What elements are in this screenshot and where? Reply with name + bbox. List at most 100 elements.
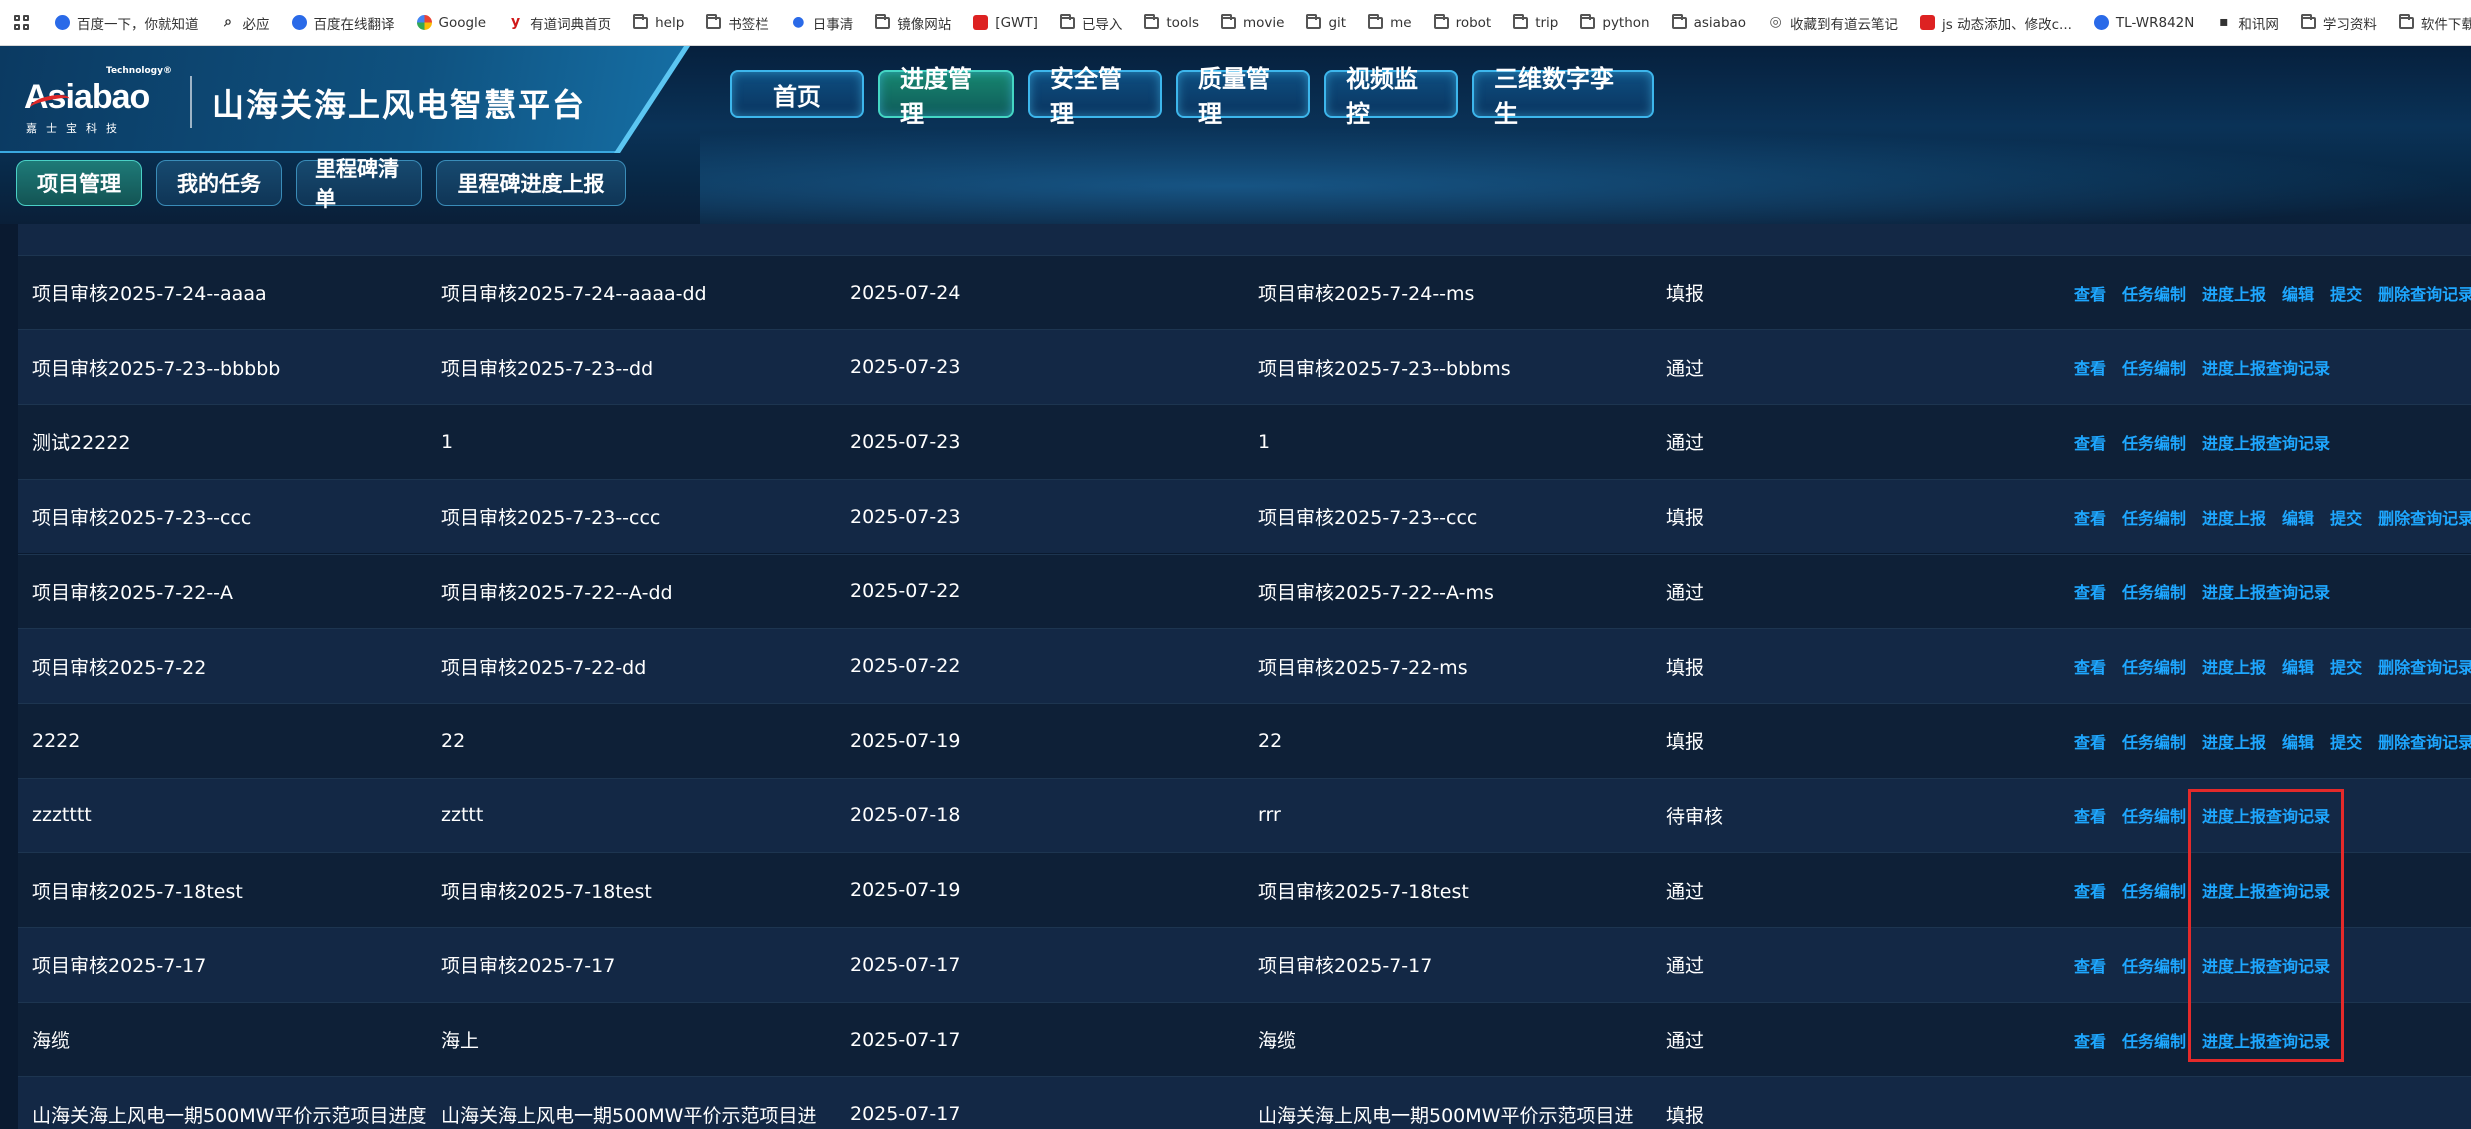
query-log-link[interactable]: 查询记录 (2410, 729, 2471, 753)
task-edit-link[interactable]: 任务编制 (2122, 729, 2186, 753)
bookmark-item[interactable]: python (1580, 13, 1650, 31)
bookmark-label: [GWT] (995, 14, 1038, 31)
task-edit-link[interactable]: 任务编制 (2122, 355, 2186, 379)
edit-link[interactable]: 编辑 (2282, 654, 2314, 678)
bookmark-item[interactable]: robot (1433, 13, 1491, 31)
query-log-link[interactable]: 查询记录 (2410, 281, 2471, 305)
view-link[interactable]: 查看 (2074, 953, 2106, 977)
bookmark-item[interactable]: 百度一下，你就知道 (55, 13, 199, 33)
view-link[interactable]: 查看 (2074, 729, 2106, 753)
bookmark-label: 软件下载 (2420, 16, 2471, 33)
apps-grid-icon[interactable] (14, 14, 29, 31)
view-link[interactable]: 查看 (2074, 654, 2106, 678)
task-edit-link[interactable]: 任务编制 (2122, 579, 2186, 603)
delete-link[interactable]: 删除 (2378, 281, 2410, 305)
bookmark-item[interactable]: 已导入 (1059, 13, 1122, 33)
delete-link[interactable]: 删除 (2378, 505, 2410, 529)
tab-milestone-list[interactable]: 里程碑清单 (296, 157, 422, 211)
bookmark-item[interactable]: 镜像网站 (875, 13, 951, 33)
bookmark-label: movie (1243, 14, 1285, 31)
bookmark-item[interactable]: git (1306, 13, 1346, 31)
task-edit-link[interactable]: 任务编制 (2122, 1028, 2186, 1052)
query-log-link[interactable]: 查询记录 (2266, 355, 2330, 379)
task-edit-link[interactable]: 任务编制 (2122, 654, 2186, 678)
view-link[interactable]: 查看 (2074, 430, 2106, 454)
bookmark-item[interactable]: asiabao (1671, 13, 1746, 31)
bookmark-item[interactable]: 软件下载 (2398, 13, 2471, 33)
progress-report-link[interactable]: 进度上报 (2202, 579, 2266, 603)
view-link[interactable]: 查看 (2074, 1028, 2106, 1052)
bookmark-label: python (1602, 14, 1650, 31)
submit-link[interactable]: 提交 (2330, 281, 2362, 305)
main-nav-quality[interactable]: 质量管理 (1176, 65, 1310, 128)
bookmark-item[interactable]: y 有道词典首页 (508, 13, 611, 33)
task-edit-link[interactable]: 任务编制 (2122, 505, 2186, 529)
query-log-link[interactable]: 查询记录 (2266, 430, 2330, 454)
view-link[interactable]: 查看 (2074, 281, 2106, 305)
bookmark-item[interactable]: tools (1144, 13, 1199, 31)
folder-icon (1144, 13, 1160, 29)
task-edit-link[interactable]: 任务编制 (2122, 878, 2186, 902)
query-log-link[interactable]: 查询记录 (2266, 579, 2330, 603)
router-icon (2093, 15, 2109, 30)
folder-icon (1306, 13, 1322, 29)
progress-report-link[interactable]: 进度上报 (2202, 729, 2266, 753)
bookmark-item[interactable]: ● 日事清 (791, 13, 853, 33)
main-nav-video[interactable]: 视频监控 (1324, 65, 1458, 128)
edit-link[interactable]: 编辑 (2282, 281, 2314, 305)
bookmark-item[interactable]: [GWT] (973, 15, 1038, 31)
bookmark-item[interactable]: 书签栏 (706, 13, 769, 33)
edit-link[interactable]: 编辑 (2282, 505, 2314, 529)
tab-my-tasks[interactable]: 我的任务 (156, 160, 282, 206)
delete-link[interactable]: 删除 (2378, 729, 2410, 753)
project-code-cell: 海上 (441, 1030, 480, 1053)
delete-link[interactable]: 删除 (2378, 654, 2410, 678)
submit-link[interactable]: 提交 (2330, 654, 2362, 678)
bookmark-item[interactable]: ◎ 收藏到有道云笔记 (1768, 13, 1898, 33)
submit-link[interactable]: 提交 (2330, 729, 2362, 753)
query-log-link[interactable]: 查询记录 (2410, 654, 2471, 678)
row-actions: 查看 任务编制 进度上报 编辑 提交 删除 查询记录 (2074, 704, 2471, 778)
bookmark-item[interactable]: movie (1221, 13, 1285, 31)
progress-report-link[interactable]: 进度上报 (2202, 505, 2266, 529)
main-nav-digital-twin[interactable]: 三维数字孪生 (1472, 65, 1654, 128)
bookmark-item[interactable]: Google (416, 14, 487, 31)
query-log-link[interactable]: 查询记录 (2410, 505, 2471, 529)
tab-project-management[interactable]: 项目管理 (16, 160, 142, 206)
progress-report-link[interactable]: 进度上报 (2202, 281, 2266, 305)
submit-link[interactable]: 提交 (2330, 505, 2362, 529)
bookmark-item[interactable]: js 动态添加、修改c... (1920, 13, 2072, 33)
edit-link[interactable]: 编辑 (2282, 729, 2314, 753)
view-link[interactable]: 查看 (2074, 355, 2106, 379)
view-link[interactable]: 查看 (2074, 579, 2106, 603)
logo-sub: 嘉士宝科技 (26, 122, 126, 135)
bookmark-item[interactable]: 百度在线翻译 (291, 13, 395, 33)
date-cell: 2025-07-19 (850, 729, 961, 752)
main-nav-home[interactable]: 首页 (730, 70, 864, 118)
bookmark-item[interactable]: trip (1513, 13, 1558, 31)
bookmark-label: Google (438, 14, 487, 31)
milestone-cell: 海缆 (1258, 1030, 1297, 1053)
task-edit-link[interactable]: 任务编制 (2122, 803, 2186, 827)
date-cell: 2025-07-22 (850, 580, 961, 603)
tab-milestone-progress-report[interactable]: 里程碑进度上报 (436, 160, 626, 206)
task-edit-link[interactable]: 任务编制 (2122, 430, 2186, 454)
bookmark-item[interactable]: ⌕ 必应 (221, 13, 269, 33)
bookmark-item[interactable]: help (633, 13, 684, 31)
bookmark-item[interactable]: 学习资料 (2300, 13, 2377, 33)
progress-report-link[interactable]: 进度上报 (2202, 355, 2266, 379)
bookmark-item[interactable]: me (1368, 13, 1412, 31)
view-link[interactable]: 查看 (2074, 878, 2106, 902)
bookmark-item[interactable]: TL-WR842N (2093, 15, 2194, 31)
progress-report-link[interactable]: 进度上报 (2202, 654, 2266, 678)
main-nav-progress[interactable]: 进度管理 (878, 65, 1014, 128)
main-nav-safety[interactable]: 安全管理 (1028, 65, 1162, 128)
bookmark-item[interactable]: ▪ 和讯网 (2216, 13, 2279, 33)
view-link[interactable]: 查看 (2074, 803, 2106, 827)
platform-title: 山海关海上风电智慧平台 (212, 86, 587, 124)
progress-report-link[interactable]: 进度上报 (2202, 430, 2266, 454)
task-edit-link[interactable]: 任务编制 (2122, 953, 2186, 977)
task-edit-link[interactable]: 任务编制 (2122, 281, 2186, 305)
view-link[interactable]: 查看 (2074, 505, 2106, 529)
sub-nav: 项目管理 我的任务 里程碑清单 里程碑进度上报 (16, 157, 640, 211)
